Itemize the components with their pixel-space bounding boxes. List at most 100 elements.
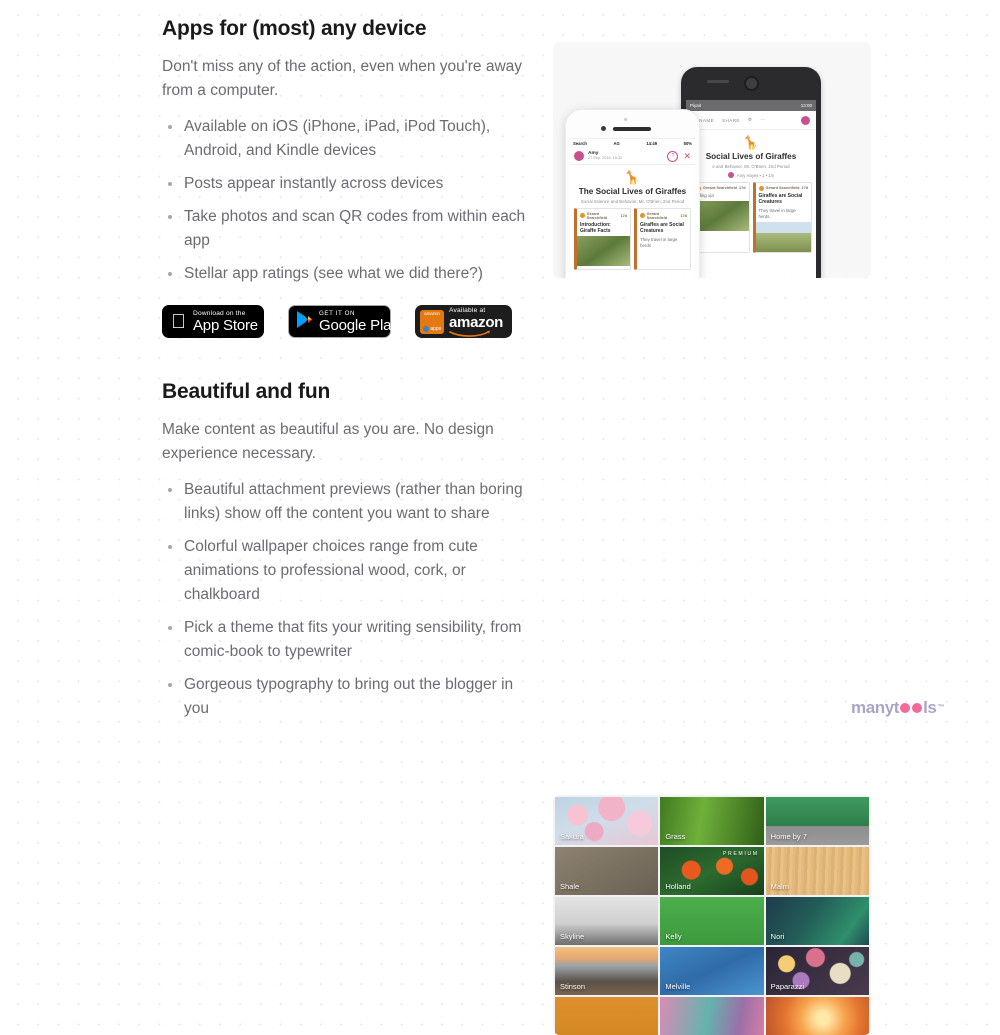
wallpaper-label: Shale	[560, 882, 580, 891]
wallpaper-tile-nori[interactable]: Nori	[765, 897, 869, 945]
wallpaper-tile-grass[interactable]: Grass	[660, 797, 764, 845]
ios-status-battery: 50%	[683, 141, 692, 146]
cardlet-body: They travel in large herds	[640, 236, 678, 248]
android-post-title: Social Lives of Giraffes	[705, 152, 797, 161]
wallpaper-tile-melville[interactable]: Melville	[660, 947, 764, 995]
list-item[interactable]: Gerard Searchfield 17d Introduction: Gir…	[574, 208, 631, 270]
wallpaper-tile-malm[interactable]: Malm	[765, 847, 869, 895]
wallpaper-grid: Sakura Grass Home by 7 Shale PREMIUM Hol…	[553, 795, 871, 1035]
ios-status-bar: Search AG 14:49 50%	[570, 139, 695, 148]
apps-feature-list: Available on iOS (iPhone, iPad, iPod Tou…	[162, 115, 534, 286]
iphone-camera-icon	[601, 126, 606, 131]
wallpaper-label: Nori	[770, 932, 785, 941]
cardlet-title: Giraffes are Social Creatures	[758, 192, 803, 206]
android-post-subtitle: e and Behavior, Mr. O'Brien, 2nd Period	[712, 164, 790, 169]
wallpaper-tile-fireworks[interactable]	[765, 997, 869, 1035]
list-item-label: Gorgeous typography to bring out the blo…	[184, 676, 514, 717]
amazon-tile-top-label: amazon	[424, 311, 440, 316]
amazon-appstore-icon: amazon apps	[420, 309, 444, 334]
giraffe-icon: 🦒	[742, 135, 760, 150]
cardlet-title: Introduction: Giraffe Facts	[580, 221, 611, 235]
gear-icon[interactable]: ⚙	[748, 117, 753, 123]
cardlet-time: 17d	[738, 186, 746, 190]
store-badges:  Download on the App Store	[162, 305, 534, 338]
ios-card-list: Gerard Searchfield 17d Introduction: Gir…	[570, 204, 695, 270]
premium-badge: PREMIUM	[722, 851, 759, 857]
cardlet-time: 17d	[620, 213, 627, 218]
google-play-badge-lines: GET IT ON Google Play	[319, 310, 399, 334]
avatar[interactable]	[801, 115, 810, 125]
android-share-action[interactable]: SHARE	[722, 118, 740, 123]
list-item-label: Colorful wallpaper choices range from cu…	[184, 538, 478, 603]
android-byline-text: Amy Hayes • 1 • 1m	[736, 172, 775, 178]
bullet-icon	[168, 626, 172, 630]
wallpaper-label: Stinson	[560, 982, 586, 991]
avatar[interactable]	[574, 151, 584, 161]
list-item: Available on iOS (iPhone, iPad, iPod Tou…	[162, 115, 534, 163]
wallpaper-tile-skyline[interactable]: Skyline	[555, 897, 659, 945]
amazon-badge-lines: Available at amazon	[449, 307, 503, 337]
device-stage: Piyait 13:00 RENAME SHARE ⚙ ⋯ 🦒 Social L…	[553, 42, 871, 278]
page-title-beautiful: Beautiful and fun	[162, 380, 331, 403]
bullet-icon	[168, 272, 172, 276]
apple-logo-icon: 	[171, 312, 186, 332]
ios-nav-bar: Amy 27 Sep. 2016, 15:32 ? ✕	[570, 148, 695, 165]
android-phone-mock: Piyait 13:00 RENAME SHARE ⚙ ⋯ 🦒 Social L…	[681, 67, 821, 278]
wallpaper-tile-stinson[interactable]: Stinson	[555, 947, 659, 995]
bullet-icon	[168, 182, 172, 186]
watermark-circle-icon	[912, 703, 923, 713]
watermark-circle-icon	[900, 703, 911, 713]
page-root: Apps for (most) any device Don't miss an…	[0, 0, 1000, 1035]
iphone-mock: Search AG 14:49 50% Amy 27 Sep. 2016, 15…	[565, 109, 700, 278]
ios-status-carrier: AG	[613, 141, 620, 146]
wallpaper-tile-shale[interactable]: Shale	[555, 847, 659, 895]
google-play-badge[interactable]: GET IT ON Google Play	[288, 305, 399, 338]
list-item-label: Beautiful attachment previews (rather th…	[184, 481, 523, 522]
list-item: Posts appear instantly across devices	[162, 172, 534, 196]
ios-post-title: The Social Lives of Giraffes	[578, 187, 687, 196]
list-item-label: Available on iOS (iPhone, iPad, iPod Tou…	[184, 118, 491, 159]
list-item: Pick a theme that fits your writing sens…	[162, 616, 534, 664]
wallpaper-label: Malm	[770, 882, 789, 891]
wallpaper-tile-kelly[interactable]: Kelly	[660, 897, 764, 945]
wallpaper-tile-sakura[interactable]: Sakura	[555, 797, 659, 845]
wallpaper-tile-paparazzi[interactable]: Paparazzi	[765, 947, 869, 995]
page-title-apps: Apps for (most) any device	[162, 17, 427, 40]
google-play-badge-big: Google Play	[319, 316, 399, 334]
bullet-icon	[168, 545, 172, 549]
amazon-smile-icon	[449, 330, 490, 337]
bullet-icon	[168, 215, 172, 219]
cardlet-body: nding up!	[696, 192, 715, 198]
cardlet-time: 17d	[680, 213, 687, 218]
amazon-tile-apps-text: apps	[430, 326, 442, 332]
more-icon[interactable]: ⋯	[760, 117, 765, 123]
app-store-badge-lines: Download on the App Store	[193, 310, 258, 334]
help-icon[interactable]: ?	[667, 150, 679, 162]
cardlet-header: Gerard Searchfield 17d	[637, 209, 690, 221]
wallpaper-tile-home-by-7[interactable]: Home by 7	[765, 797, 869, 845]
android-speaker-icon	[707, 80, 729, 83]
iphone-sensor-icon	[624, 118, 627, 121]
list-item[interactable]: Gerard Searchfield 17d Giraffes are Soci…	[752, 182, 812, 253]
cardlet-header: Gerard Searchfield 17d	[693, 183, 749, 192]
android-app-bar: RENAME SHARE ⚙ ⋯	[686, 111, 816, 130]
wallpaper-tile-pastel[interactable]	[660, 997, 764, 1035]
cardlet-photo	[755, 221, 811, 252]
wallpaper-tile-holland[interactable]: PREMIUM Holland	[660, 847, 764, 895]
android-status-bar: Piyait 13:00	[686, 100, 816, 111]
close-icon[interactable]: ✕	[683, 151, 691, 161]
wallpaper-label: Melville	[665, 982, 691, 991]
cardlet-time: 17d	[801, 186, 809, 190]
wallpaper-tile-amber[interactable]	[555, 997, 659, 1035]
list-item[interactable]: Gerard Searchfield 17d Giraffes are Soci…	[634, 208, 691, 270]
android-screen: Piyait 13:00 RENAME SHARE ⚙ ⋯ 🦒 Social L…	[686, 100, 816, 278]
list-item-label: Posts appear instantly across devices	[184, 175, 444, 192]
ios-status-search: Search	[573, 141, 587, 146]
list-item: Colorful wallpaper choices range from cu…	[162, 535, 534, 607]
android-camera-icon	[744, 76, 759, 91]
wallpaper-label: Holland	[665, 882, 691, 891]
ios-post-date: 27 Sep. 2016, 15:32	[588, 156, 623, 161]
app-store-badge[interactable]:  Download on the App Store	[162, 305, 264, 338]
amazon-appstore-badge[interactable]: amazon apps Available at amazon	[415, 305, 512, 338]
watermark-tm-symbol: ™	[937, 704, 945, 711]
